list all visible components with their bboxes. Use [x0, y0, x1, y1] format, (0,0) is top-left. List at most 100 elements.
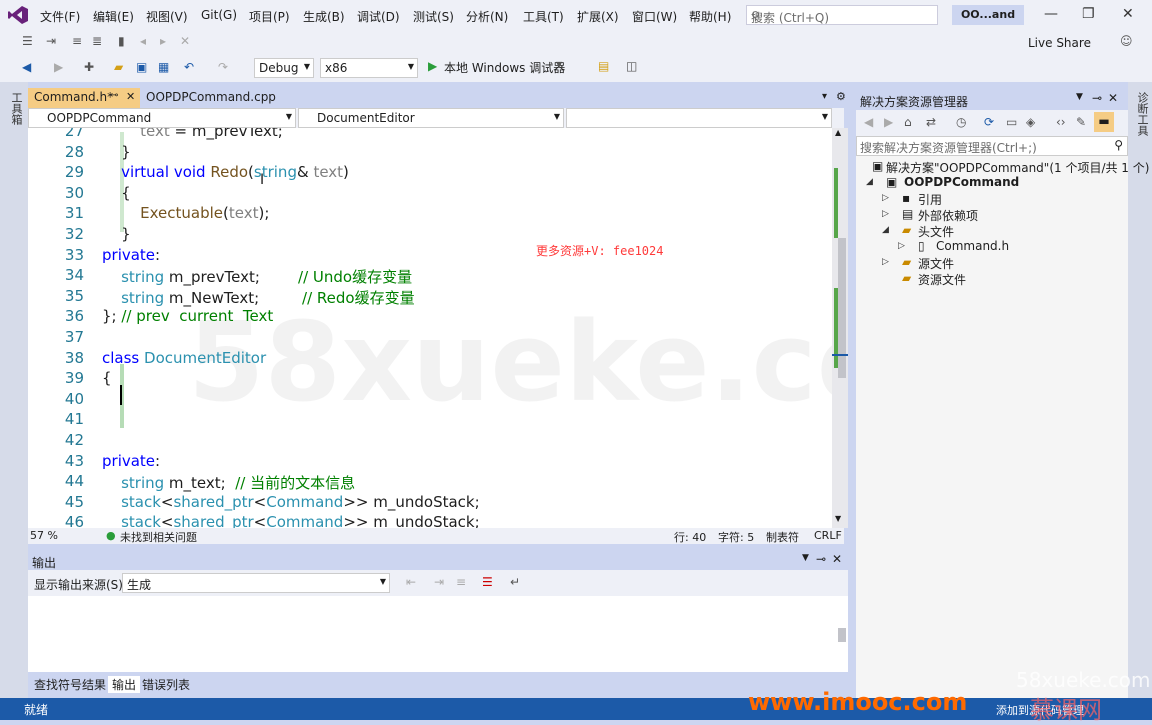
menu-analyze[interactable]: 分析(N): [466, 8, 508, 25]
clear-all-icon[interactable]: ☰: [482, 575, 493, 589]
close-icon[interactable]: ✕: [1122, 6, 1134, 22]
output-scroll-thumb[interactable]: [838, 628, 846, 642]
tab-output[interactable]: 输出: [108, 676, 141, 693]
account-icon[interactable]: ☺: [1120, 34, 1133, 48]
forward-icon[interactable]: ▶: [54, 60, 63, 74]
uncomment-icon[interactable]: ≣: [92, 34, 102, 48]
scope-dropdown[interactable]: OOPDPCommand ▼: [28, 108, 296, 128]
tab-list-icon[interactable]: ▾: [822, 91, 827, 102]
toolbox-strip[interactable]: 工具箱: [0, 82, 28, 698]
next-bookmark-icon[interactable]: ▸: [160, 34, 166, 48]
show-all-files-icon[interactable]: ◈: [1026, 115, 1035, 129]
collapsed-arrow-icon[interactable]: ▷: [882, 193, 889, 203]
undo-icon[interactable]: ↶: [184, 60, 194, 74]
issues-status[interactable]: 未找到相关问题: [120, 529, 197, 545]
menu-debug[interactable]: 调试(D): [357, 8, 400, 25]
pin-icon[interactable]: ⊸: [110, 90, 118, 101]
menu-project[interactable]: 项目(P): [249, 8, 290, 25]
output-source-dropdown[interactable]: 生成 ▼: [122, 573, 390, 593]
editor-scrollbar[interactable]: ▲ ▼: [832, 128, 848, 528]
menu-edit[interactable]: 编辑(E): [93, 8, 134, 25]
chevron-down-icon[interactable]: ▼: [1076, 92, 1083, 102]
tree-item-command-h[interactable]: Command.h: [936, 239, 1009, 253]
home-icon[interactable]: ⌂: [904, 115, 912, 129]
sync-icon[interactable]: ⟳: [984, 115, 994, 129]
toolbox-label[interactable]: 工具箱: [8, 92, 24, 125]
tree-item-external-deps[interactable]: 外部依赖项: [918, 207, 978, 224]
scroll-down-icon[interactable]: ▼: [835, 514, 841, 523]
collapsed-arrow-icon[interactable]: ▷: [882, 257, 889, 267]
bookmark-icon[interactable]: ▮: [118, 34, 125, 48]
function-dropdown[interactable]: ▼: [566, 108, 832, 128]
tree-item-resources[interactable]: 资源文件: [918, 271, 966, 288]
pin-icon[interactable]: ⊸: [1092, 91, 1102, 105]
menu-view[interactable]: 视图(V): [146, 8, 188, 25]
preview-selected-icon[interactable]: ▬: [1094, 112, 1114, 132]
zoom-level[interactable]: 57 %: [30, 529, 58, 542]
screenshot-icon[interactable]: ◫: [626, 59, 637, 73]
scroll-thumb[interactable]: [838, 238, 846, 378]
search-input[interactable]: 搜索 (Ctrl+Q) ⚲: [746, 5, 938, 25]
tab-command-h[interactable]: Command.h* ⊸ ✕: [28, 88, 140, 108]
chevron-down-icon[interactable]: ▼: [802, 553, 809, 563]
indent-icon[interactable]: ⇥: [46, 34, 56, 48]
close-icon[interactable]: ✕: [832, 552, 842, 566]
restore-icon[interactable]: ❐: [1082, 6, 1095, 22]
word-wrap-icon[interactable]: ↵: [510, 575, 520, 589]
close-icon[interactable]: ✕: [126, 90, 135, 103]
solution-explorer-search[interactable]: 搜索解决方案资源管理器(Ctrl+;) ⚲: [856, 136, 1128, 156]
configuration-dropdown[interactable]: Debug ▼: [254, 58, 314, 78]
comment-icon[interactable]: ≡: [72, 34, 82, 48]
collapse-all-icon[interactable]: ▭: [1006, 115, 1017, 129]
pin-icon[interactable]: ⊸: [816, 552, 826, 566]
tree-item-headers[interactable]: 头文件: [918, 223, 954, 240]
live-share-button[interactable]: Live Share: [1028, 36, 1091, 50]
member-dropdown[interactable]: DocumentEditor ▼: [298, 108, 564, 128]
close-icon[interactable]: ✕: [1108, 91, 1118, 105]
code-editor[interactable]: 58xueke.com 27 text = m_prevText;28 }29 …: [28, 128, 832, 528]
output-content[interactable]: [28, 596, 848, 672]
redo-icon[interactable]: ↷: [218, 60, 228, 74]
browse-icon[interactable]: ▤: [598, 59, 609, 73]
clear-bookmark-icon[interactable]: ✕: [180, 34, 190, 48]
tab-error-list[interactable]: 错误列表: [142, 676, 190, 693]
new-project-icon[interactable]: ✚: [84, 60, 94, 74]
view-code-icon[interactable]: ‹›: [1056, 115, 1066, 129]
find-icon[interactable]: ≡: [456, 575, 466, 589]
forward-icon[interactable]: ▶: [884, 115, 893, 129]
settings-icon[interactable]: ⚙: [836, 90, 846, 103]
chevron-down-icon[interactable]: ▼: [556, 60, 562, 69]
menu-build[interactable]: 生成(B): [303, 8, 345, 25]
align-icon[interactable]: ☰: [22, 34, 33, 48]
menu-file[interactable]: 文件(F): [40, 8, 80, 25]
tab-oopdpcommand-cpp[interactable]: OOPDPCommand.cpp: [140, 88, 300, 108]
menu-git[interactable]: Git(G): [201, 8, 237, 22]
tree-item-references[interactable]: 引用: [918, 191, 942, 208]
expanded-arrow-icon[interactable]: ◢: [866, 177, 873, 187]
open-folder-icon[interactable]: ▰: [114, 60, 123, 74]
platform-dropdown[interactable]: x86 ▼: [320, 58, 418, 78]
minimize-icon[interactable]: —: [1044, 6, 1058, 22]
properties-icon[interactable]: ✎: [1076, 115, 1086, 129]
run-debugger-button[interactable]: 本地 Windows 调试器: [444, 59, 565, 76]
expanded-arrow-icon[interactable]: ◢: [882, 225, 889, 235]
menu-extensions[interactable]: 扩展(X): [577, 8, 619, 25]
tree-item-solution[interactable]: 解决方案"OOPDPCommand"(1 个项目/共 1 个): [886, 159, 1149, 176]
tab-find-symbol-results[interactable]: 查找符号结果: [34, 676, 106, 693]
menu-test[interactable]: 测试(S): [413, 8, 454, 25]
tab-indicator[interactable]: 制表符: [766, 529, 799, 545]
tree-item-sources[interactable]: 源文件: [918, 255, 954, 272]
tree-item-project[interactable]: OOPDPCommand: [904, 175, 1019, 189]
menu-window[interactable]: 窗口(W): [632, 8, 677, 25]
scroll-up-icon[interactable]: ▲: [835, 128, 841, 137]
prev-bookmark-icon[interactable]: ◂: [140, 34, 146, 48]
switch-views-icon[interactable]: ⇄: [926, 115, 936, 129]
back-icon[interactable]: ◀: [22, 60, 31, 74]
pending-changes-icon[interactable]: ◷: [956, 115, 966, 129]
save-all-icon[interactable]: ▦: [158, 60, 169, 74]
eol-indicator[interactable]: CRLF: [814, 529, 842, 542]
save-icon[interactable]: ▣: [136, 60, 147, 74]
goto-next-icon[interactable]: ⇥: [434, 575, 444, 589]
play-icon[interactable]: ▶: [428, 59, 437, 73]
menu-help[interactable]: 帮助(H): [689, 8, 731, 25]
